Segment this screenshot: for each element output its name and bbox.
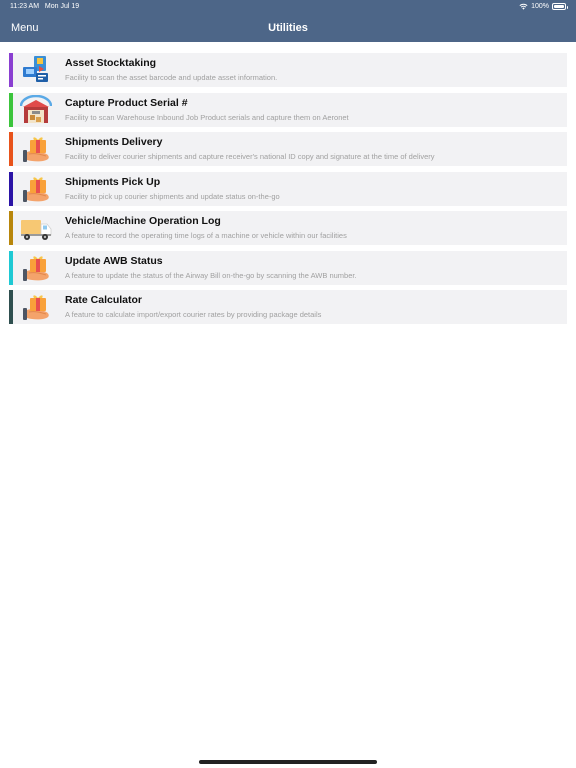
utilities-list: Asset Stocktaking Facility to scan the as…	[9, 53, 567, 330]
accent-bar	[9, 171, 13, 206]
item-title: Rate Calculator	[65, 294, 143, 306]
list-item-capture-product-serial[interactable]: Capture Product Serial # Facility to scan…	[9, 92, 567, 127]
list-item-shipments-pick-up[interactable]: Shipments Pick Up Facility to pick up cou…	[9, 171, 567, 206]
item-description: A feature to update the status of the Ai…	[65, 270, 357, 280]
battery-level	[554, 5, 564, 8]
item-title: Update AWB Status	[65, 254, 163, 267]
navigation-bar: 11:23 AM Mon Jul 19 100% Utilities Menu	[0, 0, 576, 42]
item-title: Shipments Pick Up	[65, 175, 161, 188]
accent-bar	[9, 290, 13, 324]
battery-percent: 100%	[531, 3, 549, 10]
accent-bar	[9, 53, 13, 87]
item-description: Facility to deliver courier shipments an…	[65, 152, 435, 161]
menu-button[interactable]: Menu	[11, 22, 39, 34]
package-hand-icon	[20, 253, 52, 283]
status-bar: 11:23 AM Mon Jul 19 100%	[0, 0, 576, 14]
package-hand-icon	[20, 174, 52, 204]
list-item-update-awb-status[interactable]: Update AWB Status A feature to update the…	[9, 250, 567, 285]
asset-scan-icon	[20, 55, 52, 85]
battery-icon	[552, 3, 568, 10]
wifi-icon	[519, 3, 528, 10]
home-indicator[interactable]	[199, 760, 377, 764]
item-description: A feature to calculate import/export cou…	[65, 310, 322, 319]
accent-bar	[9, 250, 13, 285]
item-title: Asset Stocktaking	[65, 57, 157, 69]
package-hand-icon	[20, 134, 52, 164]
accent-bar	[9, 132, 13, 166]
truck-icon	[20, 213, 52, 243]
list-item-vehicle-machine-operation-log[interactable]: Vehicle/Machine Operation Log A feature t…	[9, 211, 567, 245]
item-title: Vehicle/Machine Operation Log	[65, 215, 221, 227]
status-time-date: 11:23 AM Mon Jul 19	[10, 3, 79, 10]
status-date: Mon Jul 19	[44, 3, 80, 10]
item-description: A feature to record the operating time l…	[65, 231, 347, 240]
item-title: Capture Product Serial #	[65, 96, 188, 109]
accent-bar	[9, 92, 13, 127]
item-description: Facility to pick up courier shipments an…	[65, 191, 280, 201]
status-time: 11:23 AM	[10, 3, 40, 10]
accent-bar	[9, 211, 13, 245]
list-item-asset-stocktaking[interactable]: Asset Stocktaking Facility to scan the as…	[9, 53, 567, 87]
warehouse-icon	[19, 94, 53, 125]
item-description: Facility to scan the asset barcode and u…	[65, 73, 278, 82]
status-right: 100%	[519, 3, 568, 10]
page-title: Utilities	[268, 22, 308, 34]
list-item-rate-calculator[interactable]: Rate Calculator A feature to calculate im…	[9, 290, 567, 324]
item-description: Facility to scan Warehouse Inbound Job P…	[65, 112, 349, 122]
package-hand-icon	[20, 292, 52, 322]
item-title: Shipments Delivery	[65, 136, 163, 148]
list-item-shipments-delivery[interactable]: Shipments Delivery Facility to deliver co…	[9, 132, 567, 166]
